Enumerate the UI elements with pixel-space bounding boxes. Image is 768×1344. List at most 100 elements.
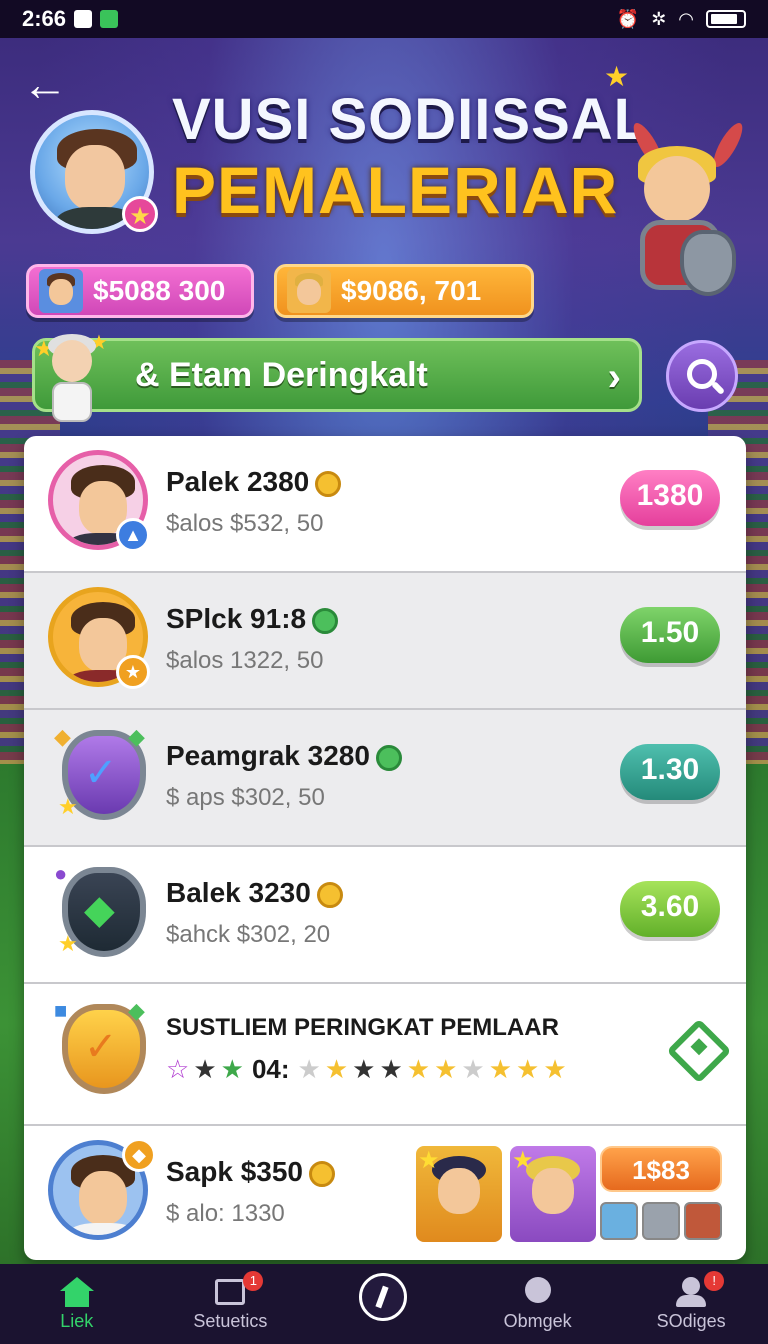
star-dark-icon: ★	[352, 1054, 376, 1084]
page-subtitle: PEMALERIAR	[172, 153, 619, 227]
star-gold-icon: ★	[434, 1054, 458, 1084]
status-icons: ⏰ ✲ ◠	[617, 9, 746, 30]
star-gold-icon: ★	[324, 1054, 349, 1084]
nav-profile[interactable]: ! SOdiges	[616, 1270, 766, 1332]
star-icon: ★	[58, 794, 78, 819]
ranking-banner-button[interactable]: & Etam Deringkalt ›	[32, 338, 642, 412]
star-gold-icon: ★	[543, 1054, 567, 1084]
avatar	[287, 269, 331, 313]
notification-badge: 1	[243, 1270, 264, 1291]
diamond-arrow-icon[interactable]	[666, 1018, 732, 1084]
item-icon[interactable]	[600, 1202, 638, 1240]
list-item[interactable]: ✓ ◆ ◆ ★ Peamgrak 3280 $ aps $302, 50 1.3…	[24, 710, 746, 847]
nav-center-action[interactable]	[309, 1273, 459, 1321]
ranking-system-row[interactable]: ✓ ■ ◆ SUSTLIEM PERINGKAT PEMLAAR ☆ ★ ★ 0…	[24, 984, 746, 1126]
gem-icon: ●	[54, 861, 68, 886]
item-subtext: $ alo: 1330	[166, 1200, 285, 1227]
item-subtext: $ahck $302, 20	[166, 921, 331, 948]
shield-icon: ◆ ● ★	[54, 861, 150, 961]
avatar	[39, 269, 83, 313]
chat-icon	[521, 1276, 555, 1307]
banner-label: & Etam Deringkalt	[135, 355, 428, 394]
gem-icon	[375, 744, 402, 771]
banner-character: ★ ★	[34, 330, 114, 430]
bottom-nav: Liek 1 Setuetics Obmgek ! SOdiges	[0, 1264, 768, 1344]
item-icon[interactable]	[684, 1202, 722, 1240]
star-icon: ★	[604, 61, 630, 92]
gem-badge-icon: ◆	[122, 1138, 156, 1172]
nav-label: SOdiges	[656, 1310, 726, 1331]
value-pill-button[interactable]: 1380	[620, 470, 720, 526]
profile-icon	[674, 1276, 708, 1307]
search-button[interactable]	[666, 340, 738, 412]
list-item[interactable]: ◆ ● ★ Balek 3230 $ahck $302, 20 3.60	[24, 847, 746, 984]
item-name: Palek 2380	[166, 466, 310, 497]
star-badge-icon: ★	[122, 196, 158, 232]
stats-icon	[213, 1277, 247, 1307]
list-item[interactable]: ▲ Palek 2380 $alos $532, 50 1380	[24, 436, 746, 573]
item-subtext: $alos $532, 50	[166, 510, 324, 537]
app-notification-icon	[100, 10, 119, 28]
center-action-icon	[358, 1273, 407, 1321]
value-pill-button[interactable]: 1.50	[620, 607, 720, 663]
star-empty-icon: ★	[461, 1054, 485, 1084]
chevron-right-icon: ›	[607, 355, 621, 399]
knight-mascot	[610, 119, 750, 320]
gem-icon: ◆	[84, 888, 115, 932]
currency-value: $5088 300	[93, 275, 226, 306]
shield-icon: ✓ ◆ ◆ ★	[54, 724, 150, 824]
star-rating: ☆ ★ ★ 04: ★ ★ ★ ★ ★ ★ ★ ★ ★ ★	[166, 1054, 567, 1085]
gem-icon: ◆	[54, 724, 71, 749]
home-icon	[59, 1276, 94, 1307]
status-time: 2:66	[22, 6, 67, 31]
vibrate-icon: ✲	[651, 8, 667, 29]
shield-icon: ✓ ■ ◆	[54, 998, 150, 1098]
item-subtext: $ aps $302, 50	[166, 784, 325, 811]
checkmark-icon: ✓	[84, 1025, 118, 1069]
character-thumbnail[interactable]: ★	[416, 1146, 502, 1242]
gem-icon: ◆	[128, 998, 145, 1023]
leaderboard-list: ▲ Palek 2380 $alos $532, 50 1380 ★ SPlck…	[24, 436, 746, 1260]
item-icons	[600, 1202, 722, 1240]
star-icon: ★	[58, 931, 78, 956]
price-button[interactable]: 1$83	[600, 1146, 722, 1192]
star-icon: ★	[418, 1147, 440, 1174]
gem-icon: ■	[54, 998, 68, 1023]
back-arrow-icon[interactable]: ←	[22, 61, 72, 107]
alarm-icon: ⏰	[616, 8, 640, 29]
value-pill-button[interactable]: 1.30	[620, 744, 720, 800]
gem-icon	[312, 607, 339, 634]
checkmark-icon: ✓	[84, 751, 118, 795]
nav-label: Obmgek	[503, 1310, 572, 1331]
currency-pill-orange[interactable]: $9086, 701	[274, 264, 534, 318]
list-item[interactable]: ◆ Sapk $350 $ alo: 1330 ★ ★ 1$83	[24, 1126, 746, 1260]
star-badge-icon: ★	[116, 655, 150, 689]
star-gold-icon: ★	[516, 1054, 540, 1084]
star-green-icon: ★	[220, 1054, 244, 1084]
character-thumbnail[interactable]: ★	[510, 1146, 596, 1242]
currency-value: $9086, 701	[341, 275, 482, 306]
star-dark-icon: ★	[193, 1054, 217, 1084]
item-icon[interactable]	[642, 1202, 680, 1240]
ranking-title: SUSTLIEM PERINGKAT PEMLAAR	[166, 1014, 559, 1041]
list-item[interactable]: ★ SPlck 91:8 $alos 1322, 50 1.50	[24, 573, 746, 710]
nav-statistics[interactable]: 1 Setuetics	[155, 1270, 305, 1332]
coin-icon	[315, 470, 342, 497]
battery-icon	[706, 10, 746, 28]
nav-label: Setuetics	[193, 1310, 268, 1331]
nav-label: Liek	[60, 1310, 94, 1331]
notification-badge: !	[704, 1270, 725, 1291]
currency-pill-pink[interactable]: $5088 300	[26, 264, 254, 318]
star-gold-icon: ★	[488, 1054, 513, 1084]
star-empty-icon: ★	[297, 1054, 321, 1084]
value-pill-button[interactable]: 3.60	[620, 881, 720, 937]
star-gold-icon: ★	[406, 1054, 431, 1084]
item-subtext: $alos 1322, 50	[166, 647, 324, 674]
gem-icon: ◆	[128, 724, 145, 749]
coin-icon	[309, 1160, 335, 1187]
item-name: Peamgrak 3280	[166, 740, 370, 771]
nav-home[interactable]: Liek	[2, 1276, 152, 1332]
rank-badge-icon: ▲	[116, 518, 150, 552]
nav-chat[interactable]: Obmgek	[463, 1276, 613, 1332]
notification-icon	[74, 10, 93, 28]
